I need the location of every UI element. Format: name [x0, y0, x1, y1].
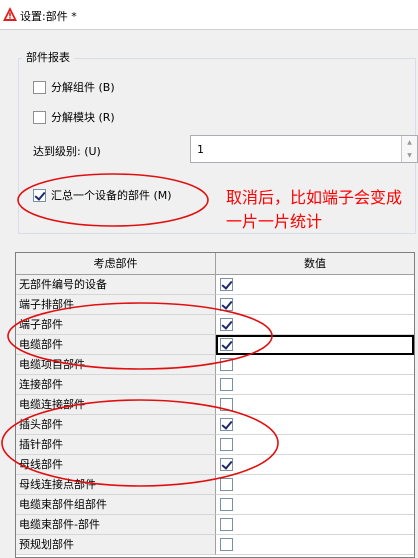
row-checkbox[interactable]	[220, 318, 233, 331]
summarize-device-parts-option[interactable]: 汇总一个设备的部件 (M)	[33, 187, 172, 203]
table-row[interactable]: 母线连接点部件	[16, 475, 414, 495]
table-row[interactable]: 插头部件	[16, 415, 414, 435]
row-checkbox[interactable]	[220, 338, 233, 351]
window-title: 设置:部件 *	[20, 10, 77, 23]
parts-report-legend: 部件报表	[22, 49, 74, 65]
row-checkbox[interactable]	[220, 538, 233, 551]
row-value-cell[interactable]	[216, 455, 414, 475]
table-row[interactable]: 无部件编号的设备	[16, 275, 414, 295]
summarize-device-parts-label: 汇总一个设备的部件 (M)	[51, 189, 172, 202]
title-bar: 设置:部件 *	[0, 0, 418, 30]
row-label: 电缆项目部件	[16, 355, 216, 375]
row-value-cell[interactable]	[216, 355, 414, 375]
decompose-components-label: 分解组件 (B)	[51, 81, 115, 94]
row-checkbox[interactable]	[220, 478, 233, 491]
row-value-cell[interactable]	[216, 415, 414, 435]
table-row[interactable]: 母线部件	[16, 455, 414, 475]
row-label: 电缆束部件-部件	[16, 515, 216, 535]
row-checkbox[interactable]	[220, 458, 233, 471]
row-checkbox[interactable]	[220, 278, 233, 291]
column-header-consider-parts[interactable]: 考虑部件	[16, 253, 216, 275]
row-value-cell[interactable]	[216, 375, 414, 395]
summarize-device-parts-checkbox[interactable]	[33, 188, 46, 202]
level-spinbox[interactable]: 1 ▲ ▼	[190, 135, 418, 163]
row-label: 电缆连接部件	[16, 395, 216, 415]
row-value-cell[interactable]	[216, 515, 414, 535]
row-value-cell[interactable]	[216, 395, 414, 415]
table-row[interactable]: 端子部件	[16, 315, 414, 335]
row-label: 母线部件	[16, 455, 216, 475]
row-label: 电缆部件	[16, 335, 216, 355]
row-checkbox[interactable]	[220, 358, 233, 371]
row-label: 插头部件	[16, 415, 216, 435]
decompose-modules-checkbox[interactable]	[33, 110, 46, 124]
table-row[interactable]: 电缆项目部件	[16, 355, 414, 375]
table-row[interactable]: 电缆部件	[16, 335, 414, 355]
row-label: 端子部件	[16, 315, 216, 335]
decompose-modules-label: 分解模块 (R)	[51, 111, 115, 124]
table-row[interactable]: 连接部件	[16, 375, 414, 395]
decompose-components-checkbox[interactable]	[33, 80, 46, 94]
level-label: 达到级别: (U)	[33, 145, 101, 158]
row-value-cell[interactable]	[216, 535, 414, 555]
row-label: 电缆束部件组部件	[16, 495, 216, 515]
row-checkbox[interactable]	[220, 518, 233, 531]
row-value-cell[interactable]	[216, 315, 414, 335]
row-value-cell[interactable]	[216, 435, 414, 455]
row-label: 母线连接点部件	[16, 475, 216, 495]
decompose-components-option[interactable]: 分解组件 (B)	[33, 79, 115, 95]
row-value-cell[interactable]	[216, 275, 414, 295]
row-checkbox[interactable]	[220, 418, 233, 431]
row-value-cell[interactable]	[216, 475, 414, 495]
row-checkbox[interactable]	[220, 398, 233, 411]
row-value-cell[interactable]	[216, 495, 414, 515]
row-value-cell[interactable]	[216, 335, 414, 355]
table-row[interactable]: 电缆连接部件	[16, 395, 414, 415]
row-checkbox[interactable]	[220, 498, 233, 511]
parts-grid: 考虑部件 数值 无部件编号的设备 端子排部件 端子部件 电缆部件 电缆项目部件 连接部件电…	[15, 252, 415, 558]
row-label: 插针部件	[16, 435, 216, 455]
row-value-cell[interactable]	[216, 295, 414, 315]
table-row[interactable]: 端子排部件	[16, 295, 414, 315]
row-checkbox[interactable]	[220, 378, 233, 391]
table-row[interactable]: 电缆束部件组部件	[16, 495, 414, 515]
table-row[interactable]: 预规划部件	[16, 535, 414, 555]
row-label: 连接部件	[16, 375, 216, 395]
row-label: 端子排部件	[16, 295, 216, 315]
row-checkbox[interactable]	[220, 298, 233, 311]
row-checkbox[interactable]	[220, 438, 233, 451]
decompose-modules-option[interactable]: 分解模块 (R)	[33, 109, 115, 125]
table-row[interactable]: 电缆束部件-部件	[16, 515, 414, 535]
spin-up-icon[interactable]: ▲	[401, 136, 417, 149]
spin-down-icon[interactable]: ▼	[401, 149, 417, 162]
warning-triangle-icon	[3, 7, 17, 21]
row-label: 无部件编号的设备	[16, 275, 216, 295]
handwritten-note: 取消后，比如端子会变成一片一片统计	[226, 188, 403, 231]
column-header-value[interactable]: 数值	[216, 253, 414, 275]
row-label: 预规划部件	[16, 535, 216, 555]
table-row[interactable]: 插针部件	[16, 435, 414, 455]
level-value: 1	[197, 143, 204, 156]
